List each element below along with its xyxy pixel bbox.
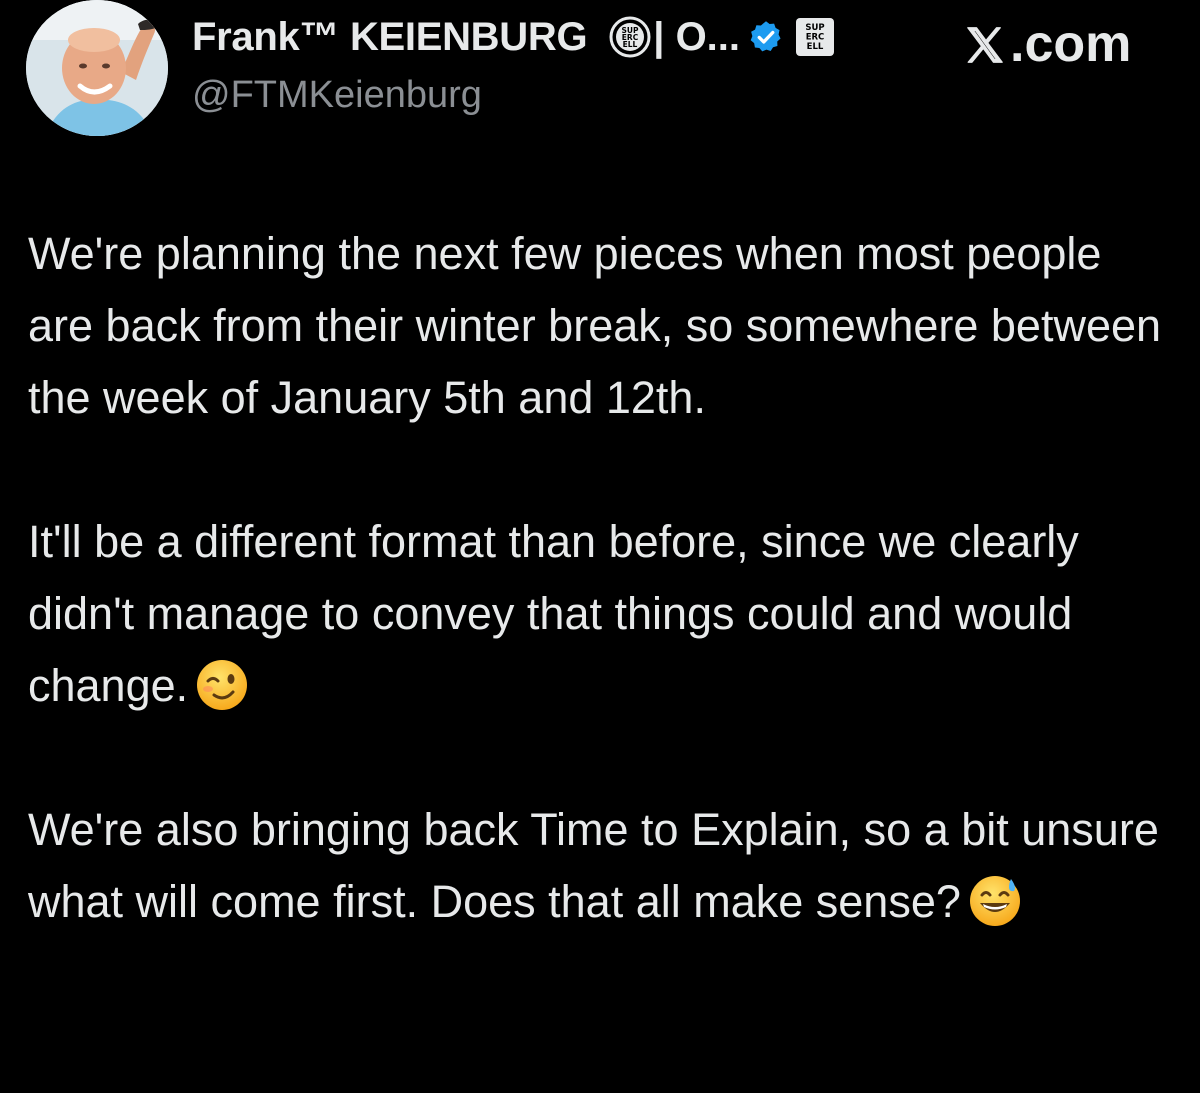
tweet-header: Frank™ KEIENBURG SUP ERC ELL | O... SUP …	[0, 0, 1200, 150]
author-name-row[interactable]: Frank™ KEIENBURG SUP ERC ELL | O... SUP …	[192, 10, 836, 64]
author-avatar[interactable]	[26, 0, 168, 136]
x-logo-icon	[962, 21, 1008, 67]
tweet-paragraph: It'll be a different format than before,…	[28, 506, 1178, 722]
tweet-paragraph: We're also bringing back Time to Explain…	[28, 794, 1178, 938]
tweet-text: We're planning the next few pieces when …	[28, 218, 1178, 1010]
author-name-suffix[interactable]: | O...	[653, 15, 740, 60]
svg-text:SUP: SUP	[805, 23, 824, 33]
svg-text:ELL: ELL	[807, 42, 824, 52]
tweet-paragraph: We're planning the next few pieces when …	[28, 218, 1178, 434]
verified-checkmark-icon[interactable]	[748, 19, 784, 55]
tweet-paragraph-text: It'll be a different format than before,…	[28, 516, 1079, 711]
svg-text:ERC: ERC	[806, 33, 825, 43]
x-brand-watermark: .com	[962, 14, 1131, 74]
grinning-sweat-face-icon	[967, 873, 1023, 929]
author-display-name[interactable]: Frank™ KEIENBURG	[192, 15, 588, 60]
svg-text:ELL: ELL	[623, 40, 638, 49]
brand-suffix: .com	[1010, 15, 1132, 73]
winking-face-icon	[194, 657, 250, 713]
supercell-circle-badge-icon: SUP ERC ELL	[609, 16, 651, 58]
supercell-affiliate-icon[interactable]: SUP ERC ELL	[794, 16, 836, 58]
author-handle[interactable]: @FTMKeienburg	[192, 74, 482, 117]
tweet-paragraph-text: We're planning the next few pieces when …	[28, 228, 1162, 423]
